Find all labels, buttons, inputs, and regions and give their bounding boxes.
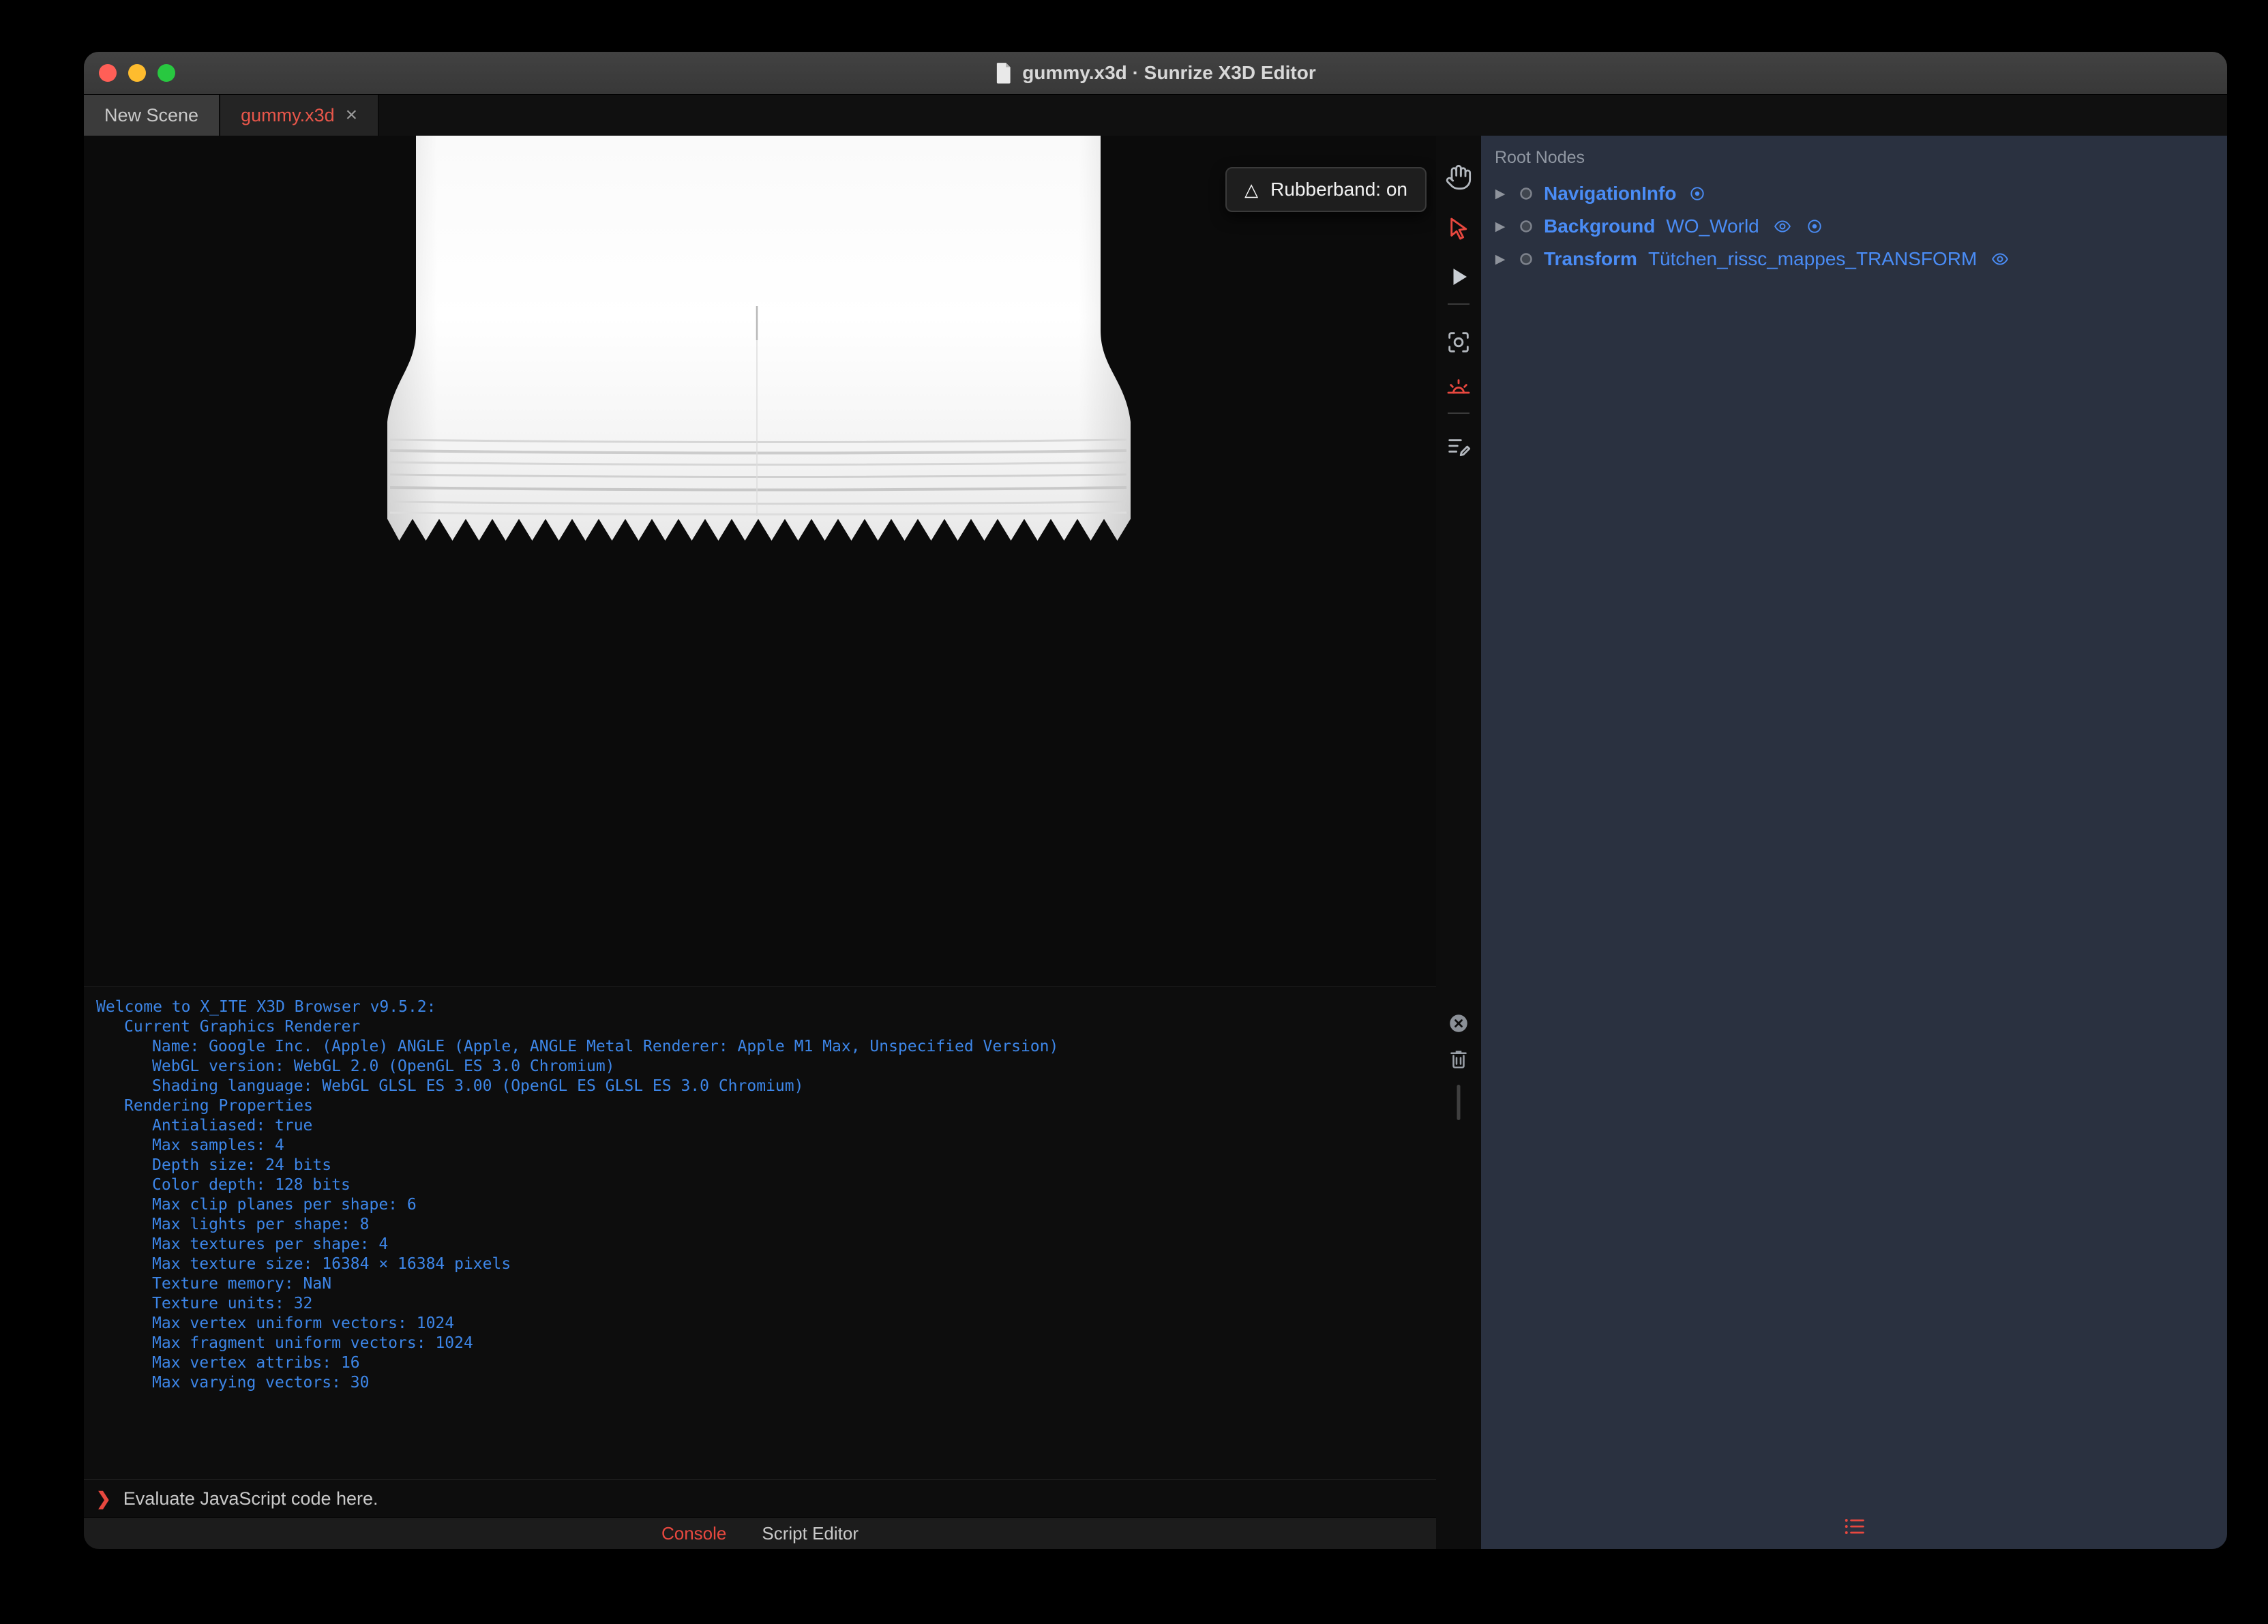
gummy-bag-model (387, 136, 1131, 541)
sunrise-icon[interactable] (1443, 370, 1474, 402)
tree-node-background[interactable]: ▶ Background WO_World (1481, 210, 2227, 243)
left-column: △ Rubberband: on Welcome to X_ITE X3D Br… (84, 136, 1436, 1549)
console-line: WebGL version: WebGL 2.0 (OpenGL ES 3.0 … (152, 1057, 615, 1075)
window-title: gummy.x3d · Sunrize X3D Editor (1022, 62, 1316, 83)
node-type-label: Transform (1544, 248, 1637, 269)
console-scrollbar[interactable] (1457, 1085, 1461, 1120)
titlebar[interactable]: gummy.x3d · Sunrize X3D Editor (84, 52, 2227, 95)
main-content: △ Rubberband: on Welcome to X_ITE X3D Br… (84, 136, 2227, 1549)
tab-script-editor[interactable]: Script Editor (762, 1523, 859, 1544)
tool-strip (1436, 136, 1481, 1549)
console-tabs: Console Script Editor (84, 1517, 1436, 1549)
console-output: Welcome to X_ITE X3D Browser v9.5.2: Curr… (84, 986, 1436, 1479)
tab-console[interactable]: Console (661, 1523, 726, 1544)
node-name-label: WO_World (1666, 215, 1759, 237)
disclosure-arrow-icon[interactable]: ▶ (1492, 219, 1508, 235)
console-line: Name: Google Inc. (Apple) ANGLE (Apple, … (152, 1038, 1059, 1055)
tree-node-transform[interactable]: ▶ Transform Tütchen_rissc_mappes_TRANSFORM (1481, 243, 2227, 275)
snapshot-icon[interactable] (1443, 327, 1474, 358)
node-type-label: Background (1544, 215, 1656, 237)
console-line: Welcome to X_ITE X3D Browser v9.5.2: (96, 998, 436, 1016)
radio-icon[interactable] (1806, 217, 1823, 235)
disclosure-arrow-icon[interactable]: ▶ (1492, 186, 1508, 202)
rubberband-icon: △ (1244, 179, 1259, 200)
console-line: Shading language: WebGL GLSL ES 3.00 (Op… (152, 1077, 804, 1095)
prompt-placeholder: Evaluate JavaScript code here. (123, 1488, 378, 1509)
console-line: Current Graphics Renderer (124, 1018, 361, 1036)
traffic-lights (99, 64, 175, 82)
app-window: gummy.x3d · Sunrize X3D Editor New Scene… (84, 52, 2227, 1549)
node-dot-icon (1518, 185, 1534, 202)
play-icon[interactable] (1443, 261, 1474, 292)
document-icon (995, 62, 1013, 84)
console-line: Max textures per shape: 4 (152, 1235, 389, 1253)
node-name-label: Tütchen_rissc_mappes_TRANSFORM (1647, 248, 1978, 269)
node-list-icon[interactable] (1842, 1516, 1866, 1541)
zoom-window-button[interactable] (158, 64, 175, 82)
tree-node-navigationinfo[interactable]: ▶ NavigationInfo (1481, 177, 2227, 210)
eye-icon[interactable] (1989, 250, 2011, 268)
tab-close-icon[interactable]: × (346, 105, 358, 125)
node-dot-icon (1518, 218, 1534, 235)
minimize-window-button[interactable] (128, 64, 146, 82)
outline-tree: ▶ NavigationInfo ▶ Background WO_World ▶ Trans… (1481, 177, 2227, 275)
viewport-3d[interactable]: △ Rubberband: on (84, 136, 1436, 986)
title-area: gummy.x3d · Sunrize X3D Editor (995, 62, 1316, 84)
outline-header: Root Nodes (1495, 148, 1585, 167)
disclosure-arrow-icon[interactable]: ▶ (1492, 252, 1508, 267)
console-line: Max samples: 4 (152, 1137, 284, 1154)
console-line: Depth size: 24 bits (152, 1156, 332, 1174)
eye-icon[interactable] (1772, 217, 1793, 235)
script-edit-icon[interactable] (1443, 430, 1474, 462)
pan-hand-icon[interactable] (1443, 162, 1474, 193)
tab-label: New Scene (104, 104, 199, 125)
console-line: Max fragment uniform vectors: 1024 (152, 1334, 473, 1352)
node-type-label: NavigationInfo (1544, 183, 1677, 204)
tab-new-scene[interactable]: New Scene (84, 95, 221, 136)
console-line: Color depth: 128 bits (152, 1176, 350, 1194)
console-input[interactable]: ❯ Evaluate JavaScript code here. (84, 1479, 1436, 1517)
strip-separator (1448, 412, 1469, 414)
console-line: Max vertex attribs: 16 (152, 1354, 360, 1372)
console-line: Texture memory: NaN (152, 1275, 332, 1293)
console-line: Max clip planes per shape: 6 (152, 1196, 417, 1214)
node-dot-icon (1518, 251, 1534, 267)
console-line: Max varying vectors: 30 (152, 1374, 370, 1392)
rubberband-label: Rubberband: on (1270, 179, 1407, 200)
rubberband-badge: △ Rubberband: on (1225, 167, 1427, 212)
clear-console-icon[interactable] (1443, 1008, 1474, 1039)
select-arrow-icon[interactable] (1443, 213, 1474, 244)
radio-icon[interactable] (1688, 185, 1706, 202)
console-line: Max texture size: 16384 × 16384 pixels (152, 1255, 511, 1273)
console-line: Antialiased: true (152, 1117, 313, 1134)
outline-panel: Root Nodes ▶ NavigationInfo ▶ Background WO_… (1481, 136, 2227, 1549)
strip-separator (1448, 303, 1469, 305)
tab-bar: New Scene gummy.x3d × (84, 95, 2227, 136)
trash-icon[interactable] (1443, 1043, 1474, 1074)
tab-label: gummy.x3d (241, 104, 335, 125)
tab-gummy-x3d[interactable]: gummy.x3d × (220, 95, 380, 136)
console-line: Rendering Properties (124, 1097, 313, 1115)
console-line: Texture units: 32 (152, 1295, 313, 1312)
prompt-chevron-icon: ❯ (96, 1488, 111, 1509)
close-window-button[interactable] (99, 64, 117, 82)
console-line: Max lights per shape: 8 (152, 1216, 370, 1233)
console-line: Max vertex uniform vectors: 1024 (152, 1314, 455, 1332)
